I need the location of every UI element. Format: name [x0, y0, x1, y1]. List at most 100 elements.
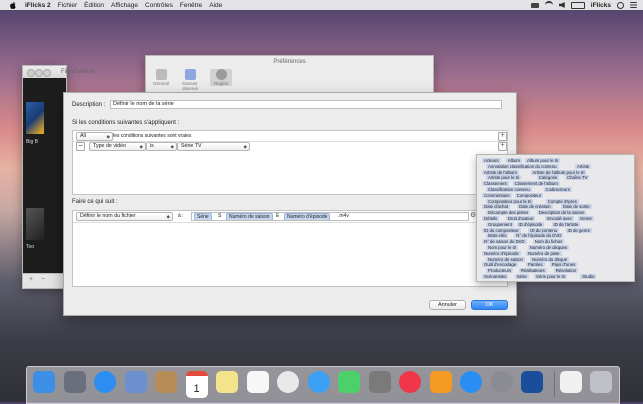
- palette-token[interactable]: ID de genre: [565, 227, 592, 233]
- palette-token[interactable]: Numéro de saison: [486, 256, 525, 262]
- add-button[interactable]: +: [29, 276, 33, 283]
- menu-help[interactable]: Aide: [209, 2, 222, 9]
- palette-token[interactable]: Codirecteurs: [543, 187, 572, 192]
- ibooks-icon[interactable]: [429, 371, 452, 393]
- palette-token[interactable]: ID de l'artiste: [551, 221, 581, 227]
- palette-token[interactable]: Nom du fichier: [532, 239, 565, 245]
- close-button[interactable]: [27, 69, 35, 77]
- menu-controls[interactable]: Contrôles: [145, 2, 173, 9]
- palette-token[interactable]: Artiste pour le tri: [486, 175, 522, 181]
- palette-token[interactable]: Décompte des pistes: [486, 210, 531, 216]
- palette-token[interactable]: Droit d'auteur: [505, 216, 536, 221]
- match-popup[interactable]: All ◆: [76, 132, 113, 141]
- condition-value-popup[interactable]: Série TV ◆: [177, 142, 250, 151]
- film-poster[interactable]: [26, 102, 44, 134]
- photo-booth-icon[interactable]: [368, 371, 391, 393]
- safari-icon[interactable]: [94, 371, 116, 393]
- palette-token[interactable]: Réalisateurs: [518, 268, 547, 274]
- palette-token[interactable]: Mots-clés: [486, 233, 509, 239]
- palette-token[interactable]: Numéro de disques: [527, 245, 570, 250]
- palette-token[interactable]: Description de la saison: [536, 210, 587, 216]
- display-icon[interactable]: [530, 2, 539, 8]
- palette-token[interactable]: Numéro du disque: [530, 256, 570, 262]
- messages-icon[interactable]: [307, 371, 330, 393]
- palette-token[interactable]: Encodé avec: [545, 216, 575, 221]
- token-series[interactable]: Série: [194, 213, 212, 220]
- palette-token[interactable]: Artiste de l'album: [482, 169, 519, 175]
- palette-token[interactable]: Détails: [482, 216, 500, 221]
- palette-token[interactable]: Résolution: [553, 268, 579, 274]
- facetime-icon[interactable]: [338, 371, 360, 393]
- palette-token[interactable]: Annotation classification du contenu: [486, 163, 559, 169]
- palette-token[interactable]: Classification contenu: [486, 187, 532, 192]
- palette-token[interactable]: Date de création: [517, 204, 553, 210]
- notes-icon[interactable]: [216, 371, 238, 393]
- add-condition-button[interactable]: +: [498, 142, 507, 151]
- iflicks-icon[interactable]: [521, 371, 543, 393]
- tab-general[interactable]: Général: [150, 69, 172, 86]
- palette-token[interactable]: Classement de l'album: [512, 181, 560, 187]
- condition-field-popup[interactable]: Type de vidéo ◆: [89, 142, 146, 151]
- app-store-icon[interactable]: [460, 371, 482, 393]
- preview-icon[interactable]: [124, 371, 147, 393]
- finder-icon[interactable]: [33, 371, 55, 393]
- calendar-icon[interactable]: 1: [185, 371, 208, 398]
- token-episode-number[interactable]: Numéro d'épisode: [284, 213, 331, 220]
- palette-token[interactable]: Classement: [482, 181, 509, 187]
- film-poster[interactable]: [26, 208, 44, 240]
- launchpad-icon[interactable]: [63, 371, 86, 393]
- palette-token[interactable]: Date de sortie: [561, 204, 592, 210]
- palette-token[interactable]: Genre: [578, 216, 594, 221]
- palette-token[interactable]: ID du compositeur: [482, 227, 521, 233]
- palette-token[interactable]: Date d'achat: [482, 204, 510, 210]
- description-field[interactable]: Définir le nom de la série: [110, 100, 502, 109]
- documents-icon[interactable]: [559, 371, 582, 393]
- palette-token[interactable]: Série pour le tri: [534, 274, 568, 279]
- remove-condition-button[interactable]: −: [76, 142, 85, 151]
- cancel-button[interactable]: Annuler: [429, 300, 466, 310]
- palette-token[interactable]: Série: [514, 274, 529, 279]
- palette-token[interactable]: Artiste: [575, 163, 592, 169]
- palette-token[interactable]: Chaîne TV: [565, 175, 590, 181]
- palette-token[interactable]: Compositeur: [514, 192, 544, 198]
- condition-operator-popup[interactable]: is ◆: [146, 142, 177, 151]
- ok-button[interactable]: OK: [471, 300, 508, 310]
- palette-token[interactable]: Album pour le tri: [525, 158, 561, 163]
- palette-token[interactable]: Outil d'encodage: [482, 262, 519, 268]
- tab-watched-folder[interactable]: Dossier observé: [176, 69, 204, 91]
- add-condition-button[interactable]: +: [498, 132, 507, 141]
- minimize-button[interactable]: [35, 69, 43, 77]
- palette-token[interactable]: Album: [505, 158, 522, 163]
- notification-center-icon[interactable]: [630, 2, 637, 8]
- apple-icon[interactable]: [9, 1, 17, 9]
- palette-token[interactable]: Compte d'Ipres: [545, 198, 579, 204]
- action-popup[interactable]: Définir le nom du fichier ◆: [76, 212, 173, 221]
- menu-view[interactable]: Affichage: [111, 2, 138, 9]
- palette-token[interactable]: Artiste de l'album pour le tri: [530, 169, 587, 175]
- prefs-titlebar[interactable]: Préférences: [146, 56, 433, 68]
- palette-token[interactable]: Scénaristes: [482, 274, 509, 279]
- palette-token[interactable]: Numéro de piste: [526, 250, 562, 256]
- contacts-icon[interactable]: [155, 371, 177, 393]
- token-season-number[interactable]: Numéro de saison: [226, 213, 273, 220]
- palette-token[interactable]: Paroles: [526, 262, 545, 268]
- palette-token[interactable]: Numéro d'épisode: [482, 250, 521, 256]
- palette-token[interactable]: Producteurs: [486, 268, 514, 274]
- palette-token[interactable]: Compositeur pour le tri: [486, 198, 534, 204]
- tab-rules[interactable]: Règles: [210, 69, 232, 86]
- palette-token[interactable]: N° de saison du DVD: [482, 239, 527, 245]
- palette-token[interactable]: Pays iTunes: [549, 262, 578, 268]
- filename-token-field[interactable]: Série S Numéro de saison E Numéro d'épis…: [191, 212, 469, 221]
- battery-icon[interactable]: [570, 1, 585, 9]
- queue-list[interactable]: Big B Too: [23, 78, 66, 274]
- reminders-icon[interactable]: [246, 371, 269, 393]
- palette-token[interactable]: ID du contenu: [528, 227, 560, 233]
- zoom-button[interactable]: [43, 69, 51, 77]
- palette-token[interactable]: Catégorie: [536, 175, 560, 181]
- photos-icon[interactable]: [277, 371, 299, 393]
- system-preferences-icon[interactable]: [490, 371, 513, 393]
- palette-token[interactable]: Nom pour le tri: [486, 245, 519, 250]
- palette-token[interactable]: N° de l'épisode du DVD: [514, 233, 564, 239]
- palette-token[interactable]: Studio: [580, 274, 597, 279]
- trash-icon[interactable]: [590, 371, 612, 393]
